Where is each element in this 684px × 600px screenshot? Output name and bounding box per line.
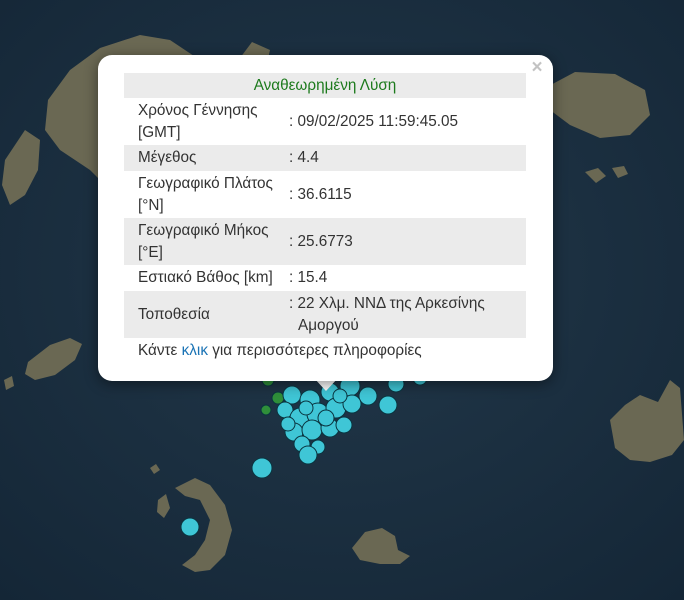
close-button[interactable]: × — [529, 58, 545, 77]
depth-row: Εστιακό Βάθος [km] : 15.4 — [124, 265, 526, 291]
origin-time-value: : 09/02/2025 11:59:45.05 — [289, 112, 458, 130]
latitude-value: : 36.6115 — [289, 185, 352, 203]
earthquake-info-popup: × Αναθεωρημένη Λύση Χρόνος Γέννησης [GMT… — [98, 55, 553, 381]
origin-time-row: Χρόνος Γέννησης [GMT] : 09/02/2025 11:59… — [124, 98, 526, 145]
earthquake-marker[interactable] — [298, 400, 314, 416]
solution-header-row: Αναθεωρημένη Λύση — [124, 73, 526, 98]
more-info-suffix: για περισσότερες πληροφορίες — [207, 342, 422, 359]
earthquake-marker[interactable] — [332, 388, 348, 404]
origin-time-label: Χρόνος Γέννησης — [138, 101, 258, 119]
earthquake-marker[interactable] — [335, 416, 353, 434]
location-value-line2: Αμοργού — [298, 316, 359, 334]
magnitude-value: : 4.4 — [289, 145, 526, 171]
latitude-label: Γεωγραφικό Πλάτος — [138, 174, 273, 192]
earthquake-marker[interactable] — [282, 385, 302, 405]
longitude-unit: [°E] — [138, 243, 163, 261]
more-info-text: Κάντε κλικ για περισσότερες πληροφορίες — [138, 342, 422, 360]
solution-title: Αναθεωρημένη Λύση — [124, 73, 526, 98]
earthquake-marker-green[interactable] — [260, 404, 272, 416]
longitude-value: : 25.6773 — [289, 218, 526, 265]
earthquake-marker[interactable] — [280, 416, 296, 432]
earthquake-marker[interactable] — [358, 386, 378, 406]
longitude-label: Γεωγραφικό Μήκος — [138, 221, 269, 239]
latitude-unit: [°N] — [138, 196, 164, 214]
magnitude-label: Μέγεθος — [124, 145, 289, 171]
location-value: : 22 Χλμ. ΝΝΔ της Αρκεσίνης — [289, 294, 485, 312]
location-label: Τοποθεσία — [124, 291, 289, 338]
earthquake-marker[interactable] — [251, 457, 273, 479]
earthquake-marker[interactable] — [317, 409, 335, 427]
latitude-row: Γεωγραφικό Πλάτος [°N] : 36.6115 — [124, 171, 526, 218]
earthquake-marker[interactable] — [180, 517, 200, 537]
earthquake-details-table: Αναθεωρημένη Λύση Χρόνος Γέννησης [GMT] … — [124, 73, 526, 338]
magnitude-row: Μέγεθος : 4.4 — [124, 145, 526, 171]
depth-value: : 15.4 — [289, 269, 328, 286]
origin-time-unit: [GMT] — [138, 123, 181, 141]
earthquake-marker[interactable] — [378, 395, 398, 415]
more-info-prefix: Κάντε — [138, 342, 182, 359]
earthquake-marker[interactable] — [298, 445, 318, 465]
depth-label: Εστιακό Βάθος [km] — [138, 269, 273, 286]
location-row: Τοποθεσία : 22 Χλμ. ΝΝΔ της Αρκεσίνης Αμ… — [124, 291, 526, 338]
longitude-row: Γεωγραφικό Μήκος [°E] : 25.6773 — [124, 218, 526, 265]
more-info-link[interactable]: κλικ — [182, 342, 208, 359]
